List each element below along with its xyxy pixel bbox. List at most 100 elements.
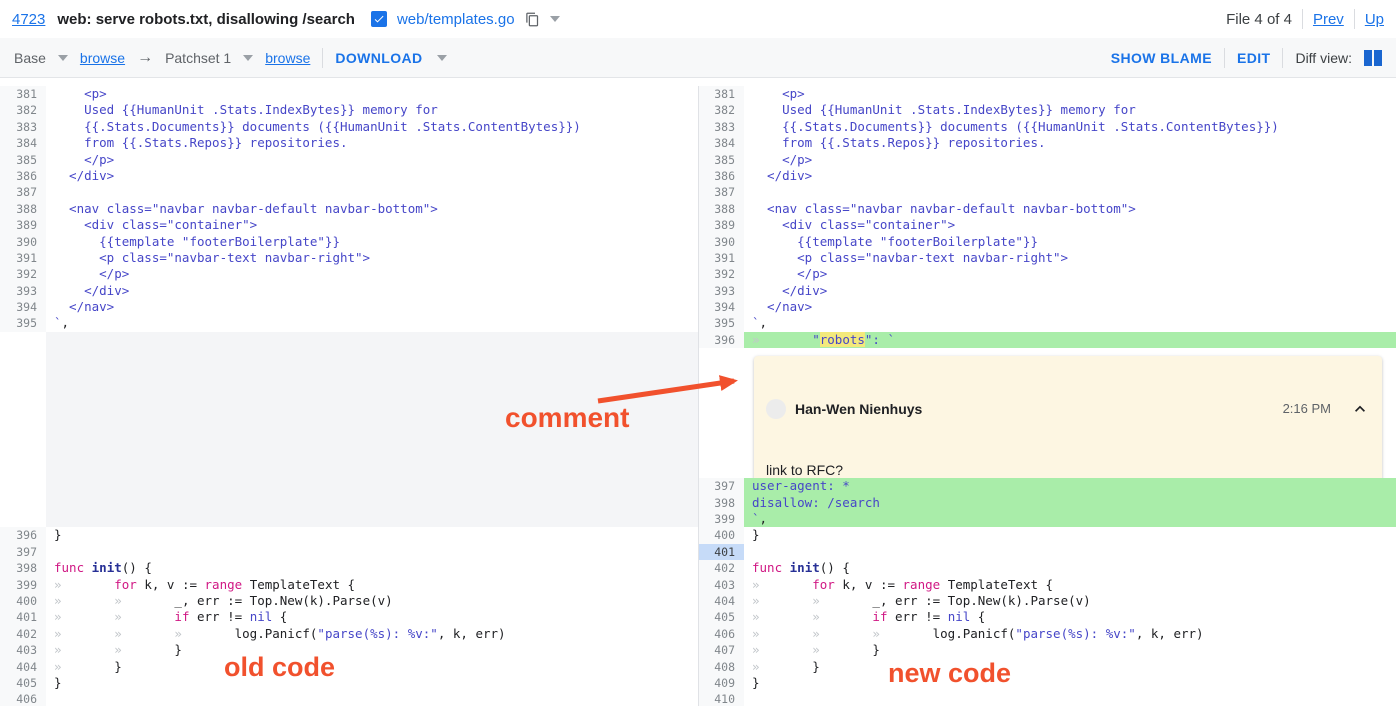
left-line-number[interactable]: 384 [0, 135, 46, 151]
left-line-number[interactable]: 388 [0, 201, 46, 217]
collapse-comment-icon[interactable] [1350, 399, 1370, 419]
prev-file-link[interactable]: Prev [1313, 11, 1344, 28]
right-line-number[interactable]: 401 [698, 544, 744, 560]
right-line-number[interactable]: 407 [698, 642, 744, 658]
right-line-number[interactable]: 387 [698, 184, 744, 200]
right-line-number[interactable]: 400 [698, 527, 744, 543]
left-line-number[interactable]: 392 [0, 266, 46, 282]
file-header: 4723 web: serve robots.txt, disallowing … [0, 0, 1396, 38]
copy-icon[interactable] [525, 12, 540, 27]
right-line-number[interactable]: 410 [698, 691, 744, 706]
right-line-number[interactable]: 395 [698, 315, 744, 331]
divider [1302, 9, 1303, 29]
comment-header: Han-Wen Nienhuys 2:16 PM [754, 389, 1382, 421]
left-line-number[interactable]: 391 [0, 250, 46, 266]
diff-row: 386 </div>386 </div> [0, 168, 1396, 184]
side-by-side-icon[interactable] [1364, 50, 1382, 66]
right-code-line: disallow: /search [744, 495, 1396, 511]
right-line-number[interactable]: 398 [698, 495, 744, 511]
right-line-number[interactable]: 388 [698, 201, 744, 217]
left-line-number[interactable]: 399 [0, 577, 46, 593]
left-line-number[interactable]: 393 [0, 283, 46, 299]
right-line-number[interactable]: 392 [698, 266, 744, 282]
comment-thread: Han-Wen Nienhuys 2:16 PM link to RFC? Un… [754, 356, 1382, 478]
patchset-dropdown-icon[interactable] [243, 55, 253, 61]
left-line-number[interactable]: 385 [0, 152, 46, 168]
download-button[interactable]: DOWNLOAD [335, 50, 422, 66]
left-line-number[interactable]: 402 [0, 626, 46, 642]
code-segment: from {{.Stats.Repos}} repositories. [54, 135, 348, 150]
right-code-line [744, 544, 1396, 560]
right-line-number[interactable]: 406 [698, 626, 744, 642]
right-code-line: » for k, v := range TemplateText { [744, 577, 1396, 593]
left-line-number[interactable]: 405 [0, 675, 46, 691]
right-code-line: » } [744, 659, 1396, 675]
left-line-number[interactable]: 386 [0, 168, 46, 184]
left-line-number[interactable]: 398 [0, 560, 46, 576]
left-line-number[interactable]: 397 [0, 544, 46, 560]
left-line-number[interactable]: 381 [0, 86, 46, 102]
up-link[interactable]: Up [1365, 11, 1384, 28]
left-code-line [46, 495, 698, 511]
left-line-number[interactable]: 389 [0, 217, 46, 233]
code-segment: init [92, 560, 122, 575]
base-selector[interactable]: Base [14, 50, 46, 66]
file-dropdown-icon[interactable] [550, 16, 560, 22]
right-line-number[interactable]: 394 [698, 299, 744, 315]
left-line-number[interactable]: 401 [0, 609, 46, 625]
left-line-number[interactable]: 395 [0, 315, 46, 331]
right-line-number[interactable]: 404 [698, 593, 744, 609]
code-segment: } [54, 527, 62, 542]
left-code-line: `, [46, 315, 698, 331]
comment-body: link to RFC? [754, 454, 1382, 478]
right-line-number[interactable]: 393 [698, 283, 744, 299]
browse-base-link[interactable]: browse [80, 50, 125, 66]
right-code-line: </p> [744, 266, 1396, 282]
file-name-link[interactable]: web/templates.go [397, 11, 515, 28]
left-line-number[interactable]: 403 [0, 642, 46, 658]
change-number-link[interactable]: 4723 [12, 11, 45, 28]
right-line-number[interactable]: 383 [698, 119, 744, 135]
right-line-number[interactable]: 399 [698, 511, 744, 527]
right-line-number[interactable]: 381 [698, 86, 744, 102]
left-line-number[interactable]: 400 [0, 593, 46, 609]
right-line-number[interactable]: 382 [698, 102, 744, 118]
diff-row: 398disallow: /search [0, 495, 1396, 511]
right-line-number[interactable]: 409 [698, 675, 744, 691]
browse-patchset-link[interactable]: browse [265, 50, 310, 66]
right-line-number[interactable]: 389 [698, 217, 744, 233]
right-line-number[interactable]: 402 [698, 560, 744, 576]
right-line-number[interactable]: 397 [698, 478, 744, 494]
right-line-number[interactable]: 405 [698, 609, 744, 625]
reviewed-checkbox[interactable] [371, 11, 387, 27]
right-line-number[interactable]: 408 [698, 659, 744, 675]
right-line-number[interactable]: 391 [698, 250, 744, 266]
code-segment: {{.Stats.Documents}} documents ({{HumanU… [752, 119, 1279, 134]
code-segment: , [760, 315, 768, 330]
left-line-number[interactable]: 390 [0, 234, 46, 250]
left-line-number[interactable]: 387 [0, 184, 46, 200]
code-segment: init [790, 560, 820, 575]
code-segment: ` [752, 315, 760, 330]
diff-row: 389 <div class="container">389 <div clas… [0, 217, 1396, 233]
edit-button[interactable]: EDIT [1237, 50, 1271, 66]
right-line-number[interactable]: 385 [698, 152, 744, 168]
patchset-selector[interactable]: Patchset 1 [165, 50, 231, 66]
right-line-number[interactable]: 390 [698, 234, 744, 250]
left-line-number[interactable]: 406 [0, 691, 46, 706]
left-line-number[interactable]: 382 [0, 102, 46, 118]
diff-toolbar: Base browse → Patchset 1 browse DOWNLOAD… [0, 38, 1396, 78]
left-line-number[interactable]: 396 [0, 527, 46, 543]
right-line-number[interactable]: 403 [698, 577, 744, 593]
right-line-number[interactable]: 384 [698, 135, 744, 151]
right-line-number[interactable]: 386 [698, 168, 744, 184]
left-line-number[interactable]: 404 [0, 659, 46, 675]
left-code-line: » » _, err := Top.New(k).Parse(v) [46, 593, 698, 609]
show-blame-button[interactable]: SHOW BLAME [1111, 50, 1212, 66]
left-line-number[interactable]: 383 [0, 119, 46, 135]
right-line-number [698, 348, 744, 478]
base-dropdown-icon[interactable] [58, 55, 68, 61]
left-line-number[interactable]: 394 [0, 299, 46, 315]
download-dropdown-icon[interactable] [437, 55, 447, 61]
right-line-number[interactable]: 396 [698, 332, 744, 348]
